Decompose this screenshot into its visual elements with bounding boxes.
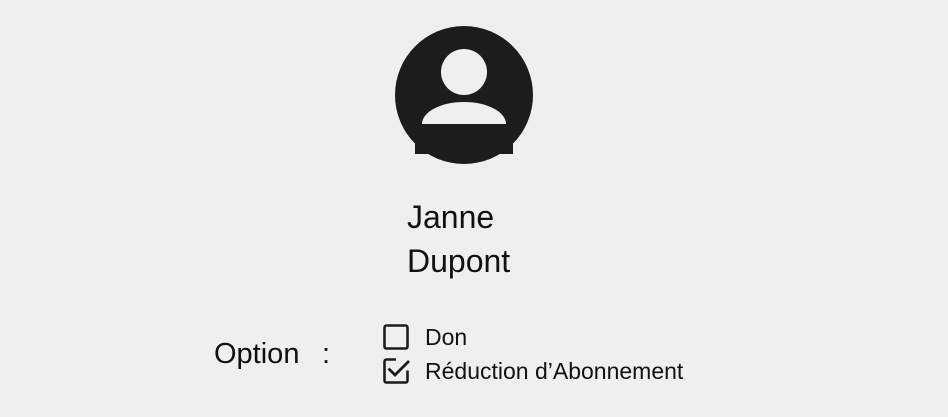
account-circle-icon (395, 26, 533, 164)
checkbox-checked-icon[interactable] (382, 357, 410, 385)
option-don-label: Don (425, 324, 468, 350)
option-reduction-label: Réduction d’Abonnement (425, 358, 684, 384)
option-reduction-abonnement[interactable]: Réduction d’Abonnement (382, 356, 683, 386)
last-name: Dupont (407, 243, 511, 279)
option-separator: : (322, 338, 331, 370)
option-don[interactable]: Don (382, 322, 467, 352)
checkbox-unchecked-icon[interactable] (382, 323, 410, 351)
user-name: Janne Dupont (407, 195, 510, 283)
profile-page: Janne Dupont Option : Don Réduction d’Ab… (0, 0, 948, 417)
option-label: Option (214, 338, 300, 370)
first-name: Janne (407, 199, 495, 235)
